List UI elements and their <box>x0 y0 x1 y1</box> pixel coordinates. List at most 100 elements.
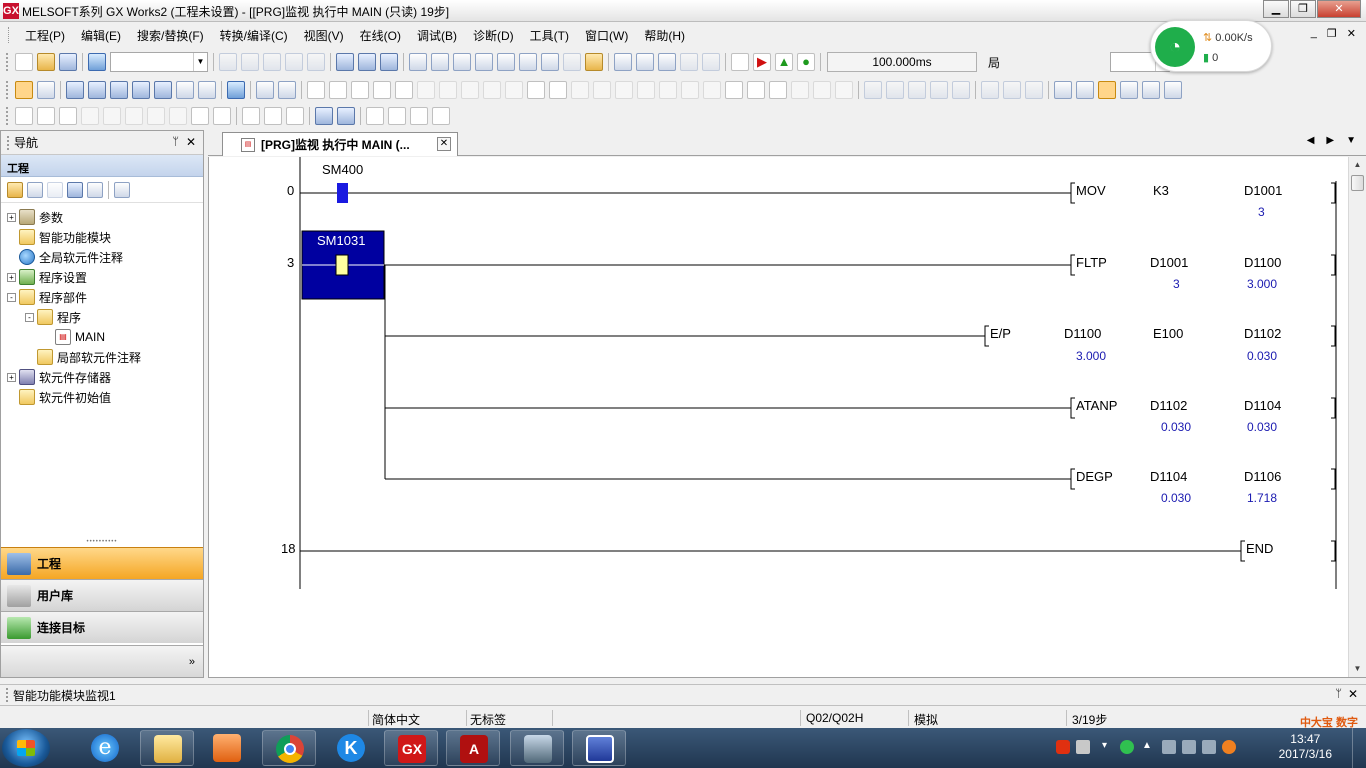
tree-item[interactable]: + 软元件存储器 <box>1 367 203 387</box>
hline-del-icon[interactable] <box>461 81 479 99</box>
op-inv-icon[interactable] <box>659 81 677 99</box>
ladder-tool-9-icon[interactable] <box>1054 81 1072 99</box>
expand-icon[interactable]: + <box>7 212 16 222</box>
taskbar-ie[interactable]: e <box>78 730 132 766</box>
mdi-minimize-icon[interactable]: _ <box>1311 27 1317 40</box>
find-next-icon[interactable] <box>278 81 296 99</box>
verify-icon[interactable] <box>453 53 471 71</box>
toolbar-grip[interactable] <box>6 53 9 71</box>
device-display-icon[interactable] <box>88 81 106 99</box>
hline-icon[interactable] <box>417 81 435 99</box>
nav-button-connection[interactable]: 连接目标 <box>1 611 203 643</box>
nav-options-icon[interactable] <box>114 181 130 198</box>
ladder-tool-11-icon[interactable] <box>1120 81 1138 99</box>
menu-online[interactable]: 在线(O) <box>352 27 409 44</box>
sogou-ime-icon[interactable] <box>1056 740 1070 754</box>
tree-item[interactable]: - 程序部件 <box>1 287 203 307</box>
device-ex3-icon[interactable] <box>154 81 172 99</box>
view-icon[interactable] <box>176 81 194 99</box>
panel-grip[interactable] <box>6 688 9 702</box>
tb3-19-icon[interactable] <box>432 107 450 125</box>
taskbar-board[interactable] <box>572 730 626 766</box>
pin-icon[interactable]: ᛘ <box>1335 688 1342 700</box>
device-comment-icon[interactable] <box>66 81 84 99</box>
tab-close-icon[interactable]: ✕ <box>437 137 451 151</box>
nav-more-button[interactable]: » <box>1 645 203 677</box>
menu-convert[interactable]: 转换/编译(C) <box>212 27 296 44</box>
inst-icon[interactable] <box>835 81 853 99</box>
paste-icon[interactable] <box>263 53 281 71</box>
simulate-icon[interactable] <box>614 53 632 71</box>
write-plc-icon[interactable] <box>431 53 449 71</box>
redo-icon[interactable] <box>307 53 325 71</box>
step-icon[interactable] <box>636 53 654 71</box>
tb3-16-icon[interactable] <box>366 107 384 125</box>
collapse-icon[interactable]: - <box>25 312 34 322</box>
contact-or-icon[interactable] <box>351 81 369 99</box>
taskbar-chrome[interactable] <box>262 730 316 766</box>
tb3-17-icon[interactable] <box>388 107 406 125</box>
rising-icon[interactable] <box>505 81 523 99</box>
clock[interactable]: 13:47 2017/3/16 <box>1279 732 1332 762</box>
ladder-tool-6-icon[interactable] <box>981 81 999 99</box>
volume-icon[interactable] <box>1162 740 1176 754</box>
new-icon[interactable] <box>15 53 33 71</box>
menu-tools[interactable]: 工具(T) <box>522 27 577 44</box>
batch-monitor-icon[interactable] <box>563 53 581 71</box>
mdi-restore-icon[interactable]: ❐ <box>1327 27 1337 40</box>
taskbar-gxworks[interactable]: GX <box>384 730 438 766</box>
network-icon[interactable] <box>1182 740 1196 754</box>
menu-diagnostics[interactable]: 诊断(D) <box>465 27 522 44</box>
device-list-icon[interactable] <box>358 53 376 71</box>
tree-item[interactable]: 智能功能模块 <box>1 227 203 247</box>
taskbar-pdf[interactable]: A <box>446 730 500 766</box>
help-icon[interactable] <box>88 53 106 71</box>
show-desktop-button[interactable] <box>1352 728 1366 768</box>
scroll-thumb[interactable] <box>1351 175 1364 191</box>
help-icon[interactable] <box>227 81 245 99</box>
ladder-tool-12-icon[interactable] <box>1142 81 1160 99</box>
vline-icon[interactable] <box>439 81 457 99</box>
tree-item[interactable]: + 程序设置 <box>1 267 203 287</box>
tab-prev-icon[interactable]: ◀ <box>1307 135 1315 146</box>
tb3-6-icon[interactable] <box>125 107 143 125</box>
close-icon[interactable]: ✕ <box>186 135 196 149</box>
copy-data-icon[interactable] <box>27 181 43 198</box>
tb3-1-icon[interactable] <box>15 107 33 125</box>
scroll-up-icon[interactable]: ▲ <box>1349 157 1366 173</box>
ladder-tool-5-icon[interactable] <box>952 81 970 99</box>
sim-settings-icon[interactable] <box>731 53 749 71</box>
ime-options-icon[interactable] <box>1076 740 1090 754</box>
monitor-mode-icon[interactable] <box>1098 81 1116 99</box>
tb3-15-icon[interactable] <box>337 107 355 125</box>
tb3-18-icon[interactable] <box>410 107 428 125</box>
menu-window[interactable]: 窗口(W) <box>577 27 636 44</box>
tb3-12-icon[interactable] <box>264 107 282 125</box>
tb3-4-icon[interactable] <box>81 107 99 125</box>
tree-item[interactable]: + 参数 <box>1 207 203 227</box>
network-widget[interactable]: ◔ ⇅ 0.00K/s ▮ 0 <box>1150 20 1272 72</box>
op-result-icon[interactable] <box>637 81 655 99</box>
find-icon[interactable] <box>256 81 274 99</box>
open-icon[interactable] <box>37 53 55 71</box>
magnify-icon[interactable] <box>1164 81 1182 99</box>
chevron-down-icon[interactable]: ▼ <box>193 53 207 71</box>
falling-and-icon[interactable] <box>615 81 633 99</box>
device-ex2-icon[interactable] <box>132 81 150 99</box>
tree-item[interactable]: 局部软元件注释 <box>1 347 203 367</box>
device-use-icon[interactable] <box>380 53 398 71</box>
tree-item[interactable]: 全局软元件注释 <box>1 247 203 267</box>
tb3-10-icon[interactable] <box>213 107 231 125</box>
tree-item[interactable]: - 程序 <box>1 307 203 327</box>
ladder-mode-icon[interactable] <box>15 81 33 99</box>
contact-af5-icon[interactable] <box>725 81 743 99</box>
coil-icon[interactable] <box>395 81 413 99</box>
info-icon[interactable]: ● <box>797 53 815 71</box>
contact-sm400[interactable] <box>337 183 348 203</box>
menu-view[interactable]: 视图(V) <box>296 27 352 44</box>
close-button[interactable]: ✕ <box>1317 0 1361 18</box>
menu-help[interactable]: 帮助(H) <box>636 27 693 44</box>
toolbar-grip[interactable] <box>6 81 9 99</box>
rising-and-icon[interactable] <box>593 81 611 99</box>
contact-caf10-icon[interactable] <box>769 81 787 99</box>
